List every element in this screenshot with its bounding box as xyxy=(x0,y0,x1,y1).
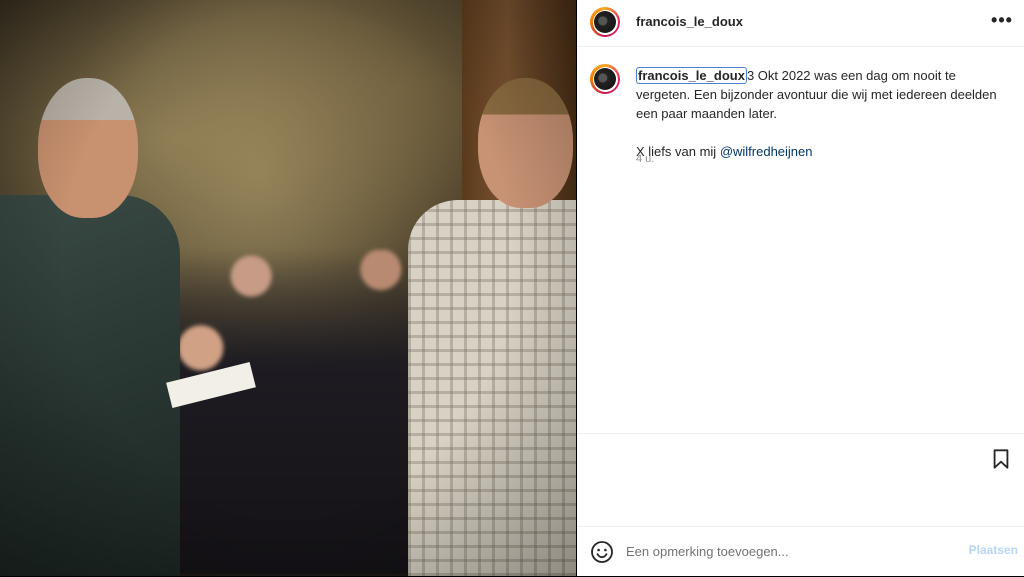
caption-mention-link[interactable]: @wilfredheijnen xyxy=(720,144,813,159)
photo-vignette xyxy=(0,0,576,576)
avatar-image xyxy=(594,68,616,90)
avatar[interactable] xyxy=(590,7,620,37)
more-options-icon[interactable]: ••• xyxy=(990,9,1014,33)
header-username[interactable]: francois_le_doux xyxy=(636,14,743,29)
post-comment-button[interactable]: Plaatsen xyxy=(969,543,1018,557)
emoji-icon[interactable] xyxy=(590,540,614,564)
comment-input[interactable] xyxy=(626,539,946,563)
post-caption: francois_le_doux 3 Okt 2022 was een dag o… xyxy=(636,66,1006,161)
bookmark-icon[interactable] xyxy=(990,448,1012,470)
post-actions-bar xyxy=(577,433,1024,482)
post-timestamp[interactable]: 4 u. xyxy=(636,153,654,165)
caption-username[interactable]: francois_le_doux xyxy=(636,67,747,84)
comment-bar: Plaatsen xyxy=(577,526,1024,577)
caption-signoff: X liefs van mij @wilfredheijnen xyxy=(636,142,1006,161)
post-photo[interactable] xyxy=(0,0,576,576)
caption-avatar[interactable] xyxy=(590,64,620,94)
avatar-image xyxy=(594,11,616,33)
post-header: francois_le_doux ••• xyxy=(577,0,1024,47)
post-side-panel: francois_le_doux ••• francois_le_doux 3 O… xyxy=(577,0,1024,576)
